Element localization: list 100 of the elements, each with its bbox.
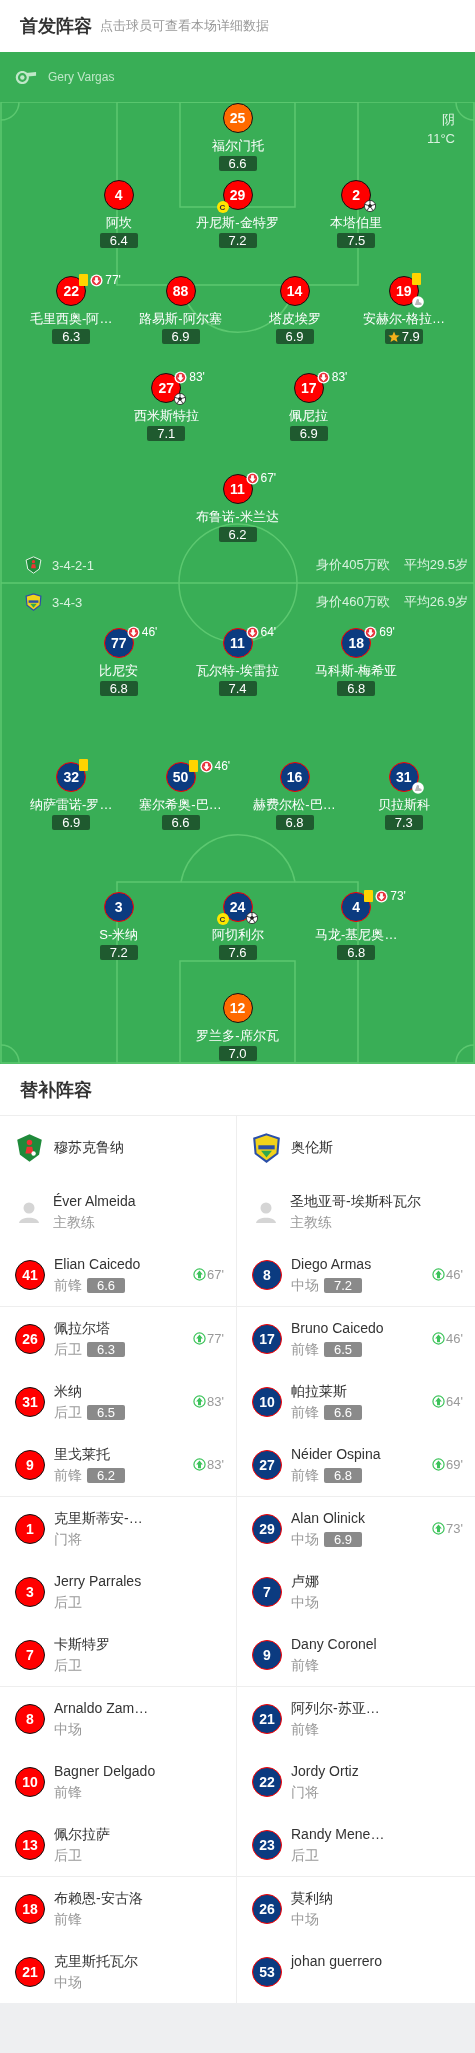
player-rating: 7.2 — [218, 233, 257, 248]
substitution-minute: 64' — [446, 1394, 463, 1409]
player-name: 罗兰多-席尔瓦 — [196, 1028, 279, 1044]
player-number[interactable]: 27 — [252, 1449, 282, 1480]
player-position: 后卫 — [54, 1593, 82, 1611]
substitution-minute: 69' — [379, 625, 395, 639]
substitution-out-icon — [316, 370, 330, 384]
player-name: Elian Caicedo — [54, 1255, 141, 1273]
player-number[interactable]: 32 — [56, 762, 87, 792]
temperature: 11°C — [426, 130, 455, 148]
player-position: 门将 — [54, 1530, 82, 1548]
player-name: 里戈莱托 — [54, 1445, 111, 1463]
player-number[interactable]: 10 — [15, 1766, 45, 1797]
player-number[interactable]: 18 — [15, 1893, 45, 1924]
player-name: Jordy Ortiz — [291, 1762, 359, 1780]
player-number[interactable]: 88 — [165, 276, 196, 306]
player-name: 毛里西奥-阿… — [30, 311, 113, 327]
player-name: 佩尼拉 — [289, 408, 329, 424]
player-rating: 7.0 — [218, 1046, 257, 1061]
captain-badge: C — [216, 913, 229, 925]
player-name: 安赫尔-格拉… — [362, 311, 445, 327]
player-name: 帕拉莱斯 — [291, 1382, 348, 1400]
player-name: 塔皮埃罗 — [268, 311, 321, 327]
player-number[interactable]: 7 — [252, 1576, 282, 1607]
player-number[interactable]: 9 — [15, 1449, 45, 1480]
coach-role: 主教练 — [290, 1213, 333, 1231]
substitution-out-icon — [199, 759, 213, 773]
coach-name: 圣地亚哥-埃斯科瓦尔 — [290, 1192, 421, 1210]
player-name: 福尔门托 — [211, 138, 264, 154]
player-number[interactable]: 3 — [15, 1576, 45, 1607]
player-number[interactable]: 23 — [252, 1829, 282, 1860]
player-name: 阿坎 — [105, 215, 132, 231]
player-number[interactable]: 21 — [252, 1703, 282, 1734]
player-number[interactable]: 29 — [252, 1513, 282, 1544]
player-number[interactable]: 53 — [252, 1956, 282, 1987]
player-number[interactable]: 26 — [252, 1893, 282, 1924]
player-position: 中场 — [291, 1910, 319, 1928]
shield-icon — [15, 1133, 44, 1163]
player-number[interactable]: 4 — [341, 892, 372, 922]
player-number[interactable]: 2 — [341, 180, 372, 210]
player-name: 克里斯蒂安-… — [54, 1509, 143, 1527]
player-number[interactable]: 16 — [279, 762, 310, 792]
player-number[interactable]: 12 — [222, 993, 253, 1023]
player-number[interactable]: 10 — [252, 1386, 282, 1417]
player-name: Jerry Parrales — [54, 1572, 142, 1590]
player-number[interactable]: 17 — [252, 1323, 282, 1354]
player-number[interactable]: 13 — [15, 1829, 45, 1860]
player-rating: 6.8 — [337, 681, 376, 696]
player-position: 中场 — [54, 1720, 82, 1738]
player-name: 卡斯特罗 — [54, 1635, 110, 1653]
player-name: 本塔伯里 — [330, 215, 383, 231]
player-number[interactable]: 8 — [252, 1259, 282, 1290]
player-name: 阿列尔-苏亚… — [291, 1699, 380, 1717]
player-number[interactable]: 22 — [252, 1766, 282, 1797]
substitution-minute: 73' — [446, 1521, 463, 1536]
player-position: 中场 — [291, 1276, 319, 1294]
formation: 3-4-3 — [52, 594, 84, 610]
player-number[interactable]: 3 — [103, 892, 134, 922]
player-number[interactable]: 18 — [341, 628, 372, 658]
player-number[interactable]: 77 — [103, 628, 134, 658]
substitution-minute: 67' — [260, 471, 277, 485]
player-number[interactable]: 8 — [15, 1703, 45, 1734]
player-number[interactable]: 41 — [15, 1259, 45, 1290]
substitution-minute: 83' — [207, 1457, 224, 1472]
player-number[interactable]: 17 — [293, 373, 324, 403]
player-position: 前锋 — [291, 1340, 319, 1358]
player-name: 贝拉斯科 — [377, 797, 430, 813]
player-rating: 6.3 — [52, 329, 91, 344]
substitution-minute: 46' — [214, 759, 231, 773]
player-name: Arnaldo Zam… — [54, 1699, 149, 1717]
player-rating: 6.2 — [218, 527, 257, 542]
player-number[interactable]: 22 — [56, 276, 87, 306]
player-position: 前锋 — [54, 1910, 82, 1928]
player-number[interactable]: 21 — [15, 1956, 45, 1987]
player-rating: 6.4 — [99, 233, 138, 248]
section-hint: 点击球员可查看本场详细数据 — [100, 17, 269, 35]
player-number[interactable]: 26 — [15, 1323, 45, 1354]
player-number[interactable]: 31 — [388, 762, 419, 792]
player-position: 前锋 — [291, 1656, 319, 1674]
player-number[interactable]: 11 — [222, 474, 253, 504]
coach-name: Éver Almeida — [53, 1192, 136, 1210]
player-number[interactable]: 14 — [279, 276, 310, 306]
substitution-in-icon — [193, 1395, 207, 1408]
player-number[interactable]: 4 — [103, 180, 134, 210]
substitution-minute: 46' — [446, 1267, 463, 1282]
player-number[interactable]: 7 — [15, 1639, 45, 1670]
player-position: 前锋 — [54, 1466, 82, 1484]
player-rating: 7.2 — [324, 1277, 362, 1293]
player-number[interactable]: 11 — [222, 628, 253, 658]
player-number[interactable]: 9 — [252, 1639, 282, 1670]
player-rating: 7.5 — [337, 233, 376, 248]
player-rating: 6.6 — [324, 1404, 362, 1420]
player-number[interactable]: 50 — [165, 762, 196, 792]
player-number[interactable]: 31 — [15, 1386, 45, 1417]
player-number[interactable]: 25 — [222, 103, 253, 133]
player-name: johan guerrero — [291, 1952, 383, 1970]
average-age: 平均29.5岁 — [403, 556, 468, 574]
player-rating: 6.9 — [161, 329, 200, 344]
substitution-in-icon — [432, 1522, 446, 1535]
player-number[interactable]: 1 — [15, 1513, 45, 1544]
